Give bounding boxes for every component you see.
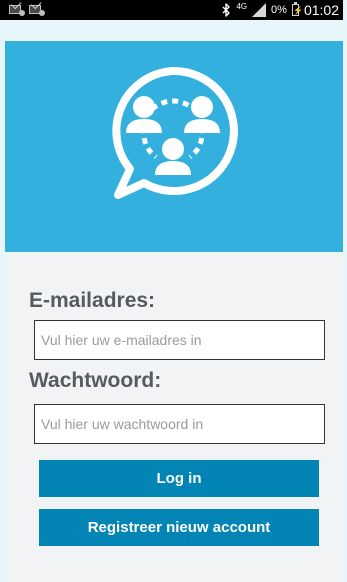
status-bar: 4G 0% ⚡ 01:02 xyxy=(0,0,343,20)
email-field[interactable] xyxy=(34,320,325,360)
clock: 01:02 xyxy=(303,2,339,18)
email-notification-icon xyxy=(29,4,45,16)
system-status-area: 4G 0% ⚡ 01:02 xyxy=(221,2,339,18)
email-notification-icon xyxy=(9,4,25,16)
email-label: E-mailadres: xyxy=(29,289,156,312)
battery-percent: 0% xyxy=(271,4,287,16)
bluetooth-icon xyxy=(222,3,231,17)
notification-area xyxy=(9,4,45,16)
group-chat-bubble-icon xyxy=(112,66,238,199)
password-label: Wachtwoord: xyxy=(29,369,162,392)
password-field[interactable] xyxy=(34,404,325,444)
battery-icon: ⚡ xyxy=(291,2,303,16)
login-button[interactable]: Log in xyxy=(39,460,319,497)
network-type-label: 4G xyxy=(236,2,248,11)
signal-icon xyxy=(252,3,267,17)
register-account-button[interactable]: Registreer nieuw account xyxy=(39,509,319,546)
